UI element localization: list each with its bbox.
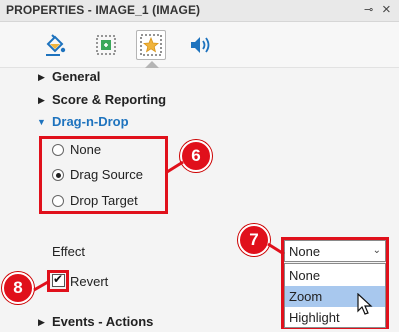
speaker-audio-icon <box>191 37 210 53</box>
expand-icon[interactable]: ▶ <box>38 95 45 106</box>
section-general[interactable]: General <box>52 69 100 84</box>
checkmark-icon: ✔ <box>53 272 64 286</box>
properties-tabbar <box>0 22 399 68</box>
tab-interaction[interactable] <box>136 30 166 60</box>
effect-select[interactable]: None ⌄ <box>284 240 386 262</box>
pin-icon[interactable]: ⊸ <box>364 3 373 16</box>
section-score-reporting[interactable]: Score & Reporting <box>52 92 166 107</box>
callout-connector <box>166 160 184 174</box>
radio-drag-source[interactable] <box>52 169 64 181</box>
radio-label-drag-source: Drag Source <box>70 167 143 182</box>
close-icon[interactable]: × <box>382 1 391 18</box>
panel-titlebar: PROPERTIES - IMAGE_1 (IMAGE) ⊸ × <box>0 0 399 22</box>
expand-icon[interactable]: ▶ <box>38 317 45 328</box>
radio-drop-target[interactable] <box>52 195 64 207</box>
tab-audio[interactable] <box>185 30 215 60</box>
collapse-icon[interactable]: ▼ <box>37 117 46 127</box>
chevron-down-icon: ⌄ <box>372 245 381 256</box>
active-tab-pointer <box>145 61 159 68</box>
revert-checkbox[interactable]: ✔ <box>52 272 65 287</box>
effect-select-value: None <box>289 244 321 259</box>
effect-label: Effect <box>52 244 86 259</box>
radio-none[interactable] <box>52 144 64 156</box>
tab-fill[interactable] <box>40 30 70 60</box>
revert-label: Revert <box>70 274 109 289</box>
effect-option-none[interactable]: None <box>285 265 385 286</box>
section-drag-n-drop[interactable]: Drag-n-Drop <box>52 114 129 129</box>
panel-title: PROPERTIES - IMAGE_1 (IMAGE) <box>6 3 201 17</box>
callout-connector <box>33 280 49 292</box>
size-position-icon <box>96 35 116 55</box>
radio-label-none: None <box>70 142 102 157</box>
callout-badge-8: 8 <box>2 272 34 304</box>
expand-icon[interactable]: ▶ <box>38 72 45 83</box>
tab-size[interactable] <box>91 30 121 60</box>
radio-label-drop-target: Drop Target <box>70 193 138 208</box>
callout-connector <box>267 242 285 256</box>
section-events-actions[interactable]: Events - Actions <box>52 314 153 329</box>
star-interaction-icon <box>140 34 162 56</box>
paint-bucket-icon <box>46 34 66 56</box>
mouse-pointer-icon <box>357 293 373 315</box>
